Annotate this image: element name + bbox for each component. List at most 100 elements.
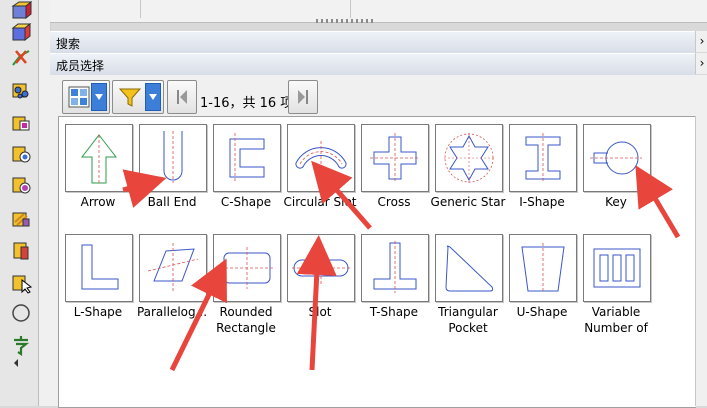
library-item-variable-number[interactable]: Variable Number of (579, 227, 653, 335)
cylinder-tool-icon[interactable] (10, 240, 32, 262)
box-tool-icon[interactable] (10, 22, 32, 44)
thumbnail (361, 124, 429, 192)
library-item-t-shape[interactable]: T-Shape (357, 227, 431, 327)
view-mode-dropdown[interactable] (62, 80, 110, 114)
thumbnail (583, 234, 651, 302)
library-item-parallelogram[interactable]: Parallelog... (135, 227, 209, 327)
thumbnail (65, 234, 133, 302)
library-item-key[interactable]: Key (579, 117, 653, 217)
last-page-button[interactable] (288, 80, 318, 114)
library-item-rounded-rectangle[interactable]: Rounded Rectangle (209, 227, 283, 335)
first-page-button[interactable] (167, 80, 197, 114)
item-label: Generic Star (430, 195, 506, 209)
first-page-icon (177, 90, 187, 104)
arrow-shape-icon (80, 134, 118, 184)
parallelogram-icon (147, 243, 199, 293)
item-label: L-Shape (73, 305, 123, 319)
column-divider (350, 0, 351, 18)
library-item-ball-end[interactable]: Ball End (135, 117, 209, 217)
item-label: I-Shape (519, 195, 565, 209)
c-shape-icon (229, 133, 265, 183)
collapse-chevron-icon[interactable]: › (695, 31, 707, 52)
pattern-icon[interactable] (10, 208, 32, 230)
t-shape-icon (373, 241, 417, 293)
search-section-header[interactable]: 搜索 (50, 31, 695, 54)
variable-number-icon (593, 248, 641, 288)
last-page-icon (298, 90, 308, 104)
dropdown-arrow-icon[interactable] (145, 83, 161, 111)
library-item-generic-star[interactable]: Generic Star (431, 117, 505, 217)
shape-library-gallery: Arrow Ball End C-Shape Circular Slot Cro… (58, 116, 696, 408)
item-label: Slot (308, 305, 332, 319)
l-shape-icon (81, 244, 119, 290)
thumbnail (435, 234, 503, 302)
thumbnail (361, 234, 429, 302)
item-label: Key (605, 195, 627, 209)
cube-tool-icon[interactable] (10, 0, 32, 22)
circle-tool-icon[interactable] (10, 302, 32, 324)
item-label: Parallelog... (136, 305, 208, 319)
filter-dropdown[interactable] (112, 80, 164, 114)
i-shape-icon (525, 133, 561, 183)
library-item-cross[interactable]: Cross (357, 117, 431, 217)
item-label: Variable Number of (584, 305, 648, 335)
feature-icon-3[interactable] (10, 143, 32, 165)
thumbnail (139, 234, 207, 302)
library-item-i-shape[interactable]: I-Shape (505, 117, 579, 217)
thumbnail (287, 124, 355, 192)
thumbnail (65, 124, 133, 192)
key-shape-icon (590, 141, 642, 175)
dropdown-arrow-icon[interactable] (91, 83, 107, 111)
item-label: C-Shape (220, 195, 272, 209)
item-label: Arrow (80, 195, 116, 209)
u-shape-icon (521, 243, 565, 293)
page-range-text: 1-16，共 16 项 (200, 96, 294, 111)
item-label: Circular Slot (283, 195, 357, 209)
members-section-header[interactable]: 成员选择 (50, 53, 695, 76)
feature-icon-2[interactable] (10, 112, 32, 134)
library-item-u-shape[interactable]: U-Shape (505, 227, 579, 327)
slot-shape-icon (292, 251, 350, 285)
library-item-c-shape[interactable]: C-Shape (209, 117, 283, 217)
feature-icon-4[interactable] (10, 174, 32, 196)
circular-slot-icon (295, 141, 347, 183)
library-item-l-shape[interactable]: L-Shape (61, 227, 135, 327)
thumbnail (213, 234, 281, 302)
thumbnail (139, 124, 207, 192)
library-item-circular-slot[interactable]: Circular Slot (283, 117, 357, 217)
filter-icon (118, 88, 142, 107)
feature-icon-1[interactable] (10, 79, 32, 101)
cursor-tool-icon[interactable] (10, 272, 32, 294)
thumbnail (509, 234, 577, 302)
thumbnail (435, 124, 503, 192)
thumbnail (287, 234, 355, 302)
left-toolbar (0, 0, 39, 406)
text-tool-icon[interactable] (10, 334, 32, 356)
cross-shape-icon (370, 133, 420, 183)
toolbar-scroll-arrow-icon[interactable] (12, 358, 20, 368)
item-label: Ball End (147, 195, 197, 209)
vertical-scrollbar[interactable] (695, 116, 707, 406)
column-divider (140, 0, 141, 18)
delete-point-icon[interactable] (10, 47, 32, 69)
ball-end-shape-icon (163, 131, 183, 183)
thumbnail (509, 124, 577, 192)
members-section-title: 成员选择 (56, 59, 105, 73)
thumbnail-view-icon (68, 86, 90, 108)
triangular-pocket-icon (445, 245, 494, 292)
top-panel (50, 0, 707, 23)
collapse-chevron-icon[interactable]: › (695, 53, 707, 74)
item-label: Triangular Pocket (438, 305, 498, 335)
item-label: U-Shape (516, 305, 568, 319)
item-label: Rounded Rectangle (216, 305, 276, 335)
generic-star-icon (444, 133, 494, 183)
search-section-title: 搜索 (56, 37, 81, 51)
library-item-slot[interactable]: Slot (283, 227, 357, 327)
library-item-arrow[interactable]: Arrow (61, 117, 135, 217)
rounded-rectangle-icon (220, 247, 274, 289)
item-label: T-Shape (369, 305, 419, 319)
thumbnail (213, 124, 281, 192)
library-item-triangular-pocket[interactable]: Triangular Pocket (431, 227, 505, 335)
resize-grip[interactable] (316, 19, 376, 23)
thumbnail (583, 124, 651, 192)
